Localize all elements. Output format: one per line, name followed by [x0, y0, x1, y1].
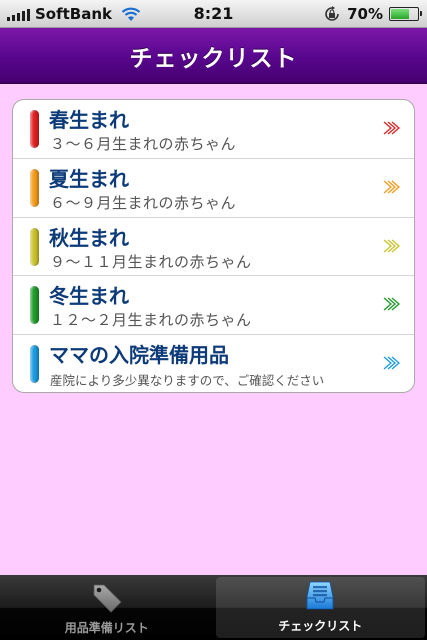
- list-item-winter[interactable]: 冬生まれ １２〜２月生まれの赤ちゃん: [13, 276, 414, 336]
- list-item-subtitle: ３〜６月生まれの赤ちゃん: [50, 135, 237, 153]
- tab-bar: 用品準備リスト チェックリスト: [0, 575, 427, 640]
- navigation-bar: チェックリスト: [0, 28, 427, 84]
- chevron-right-icon: [383, 180, 400, 194]
- signal-strength-icon: [7, 7, 30, 21]
- list-item-subtitle: ９〜１１月生まれの赤ちゃん: [50, 252, 252, 271]
- checklist-group: 春生まれ ３〜６月生まれの赤ちゃん 夏生まれ ６〜９月生まれの赤ちゃん 秋生まれ…: [12, 99, 415, 393]
- list-item-summer[interactable]: 夏生まれ ６〜９月生まれの赤ちゃん: [13, 159, 414, 218]
- list-item-title: ママの入院準備用品: [49, 343, 229, 368]
- list-item-title: 夏生まれ: [49, 166, 129, 191]
- carrier-name: SoftBank: [35, 4, 113, 23]
- list-item-subtitle: １２〜２月生まれの赤ちゃん: [50, 311, 252, 330]
- page-title: チェックリスト: [129, 45, 298, 72]
- wifi-icon: [121, 7, 141, 21]
- status-bar: SoftBank 8:21 70%: [0, 0, 427, 28]
- tag-icon: [93, 584, 122, 613]
- rotation-lock-icon: [325, 6, 339, 21]
- list-item-title: 春生まれ: [49, 108, 129, 132]
- inbox-tray-icon: [306, 581, 334, 610]
- tab-supplies-list[interactable]: 用品準備リスト: [0, 575, 214, 640]
- list-item-subtitle: 産院により多少異なりますので、ご確認ください: [50, 373, 325, 389]
- list-item-subtitle: ６〜９月生まれの赤ちゃん: [50, 193, 237, 212]
- color-marker-icon: [30, 345, 39, 384]
- chevron-right-icon: [383, 356, 400, 370]
- color-marker-icon: [30, 168, 39, 207]
- list-item-title: 冬生まれ: [49, 284, 129, 309]
- color-marker-icon: [30, 227, 39, 266]
- chevron-right-icon: [383, 121, 400, 135]
- battery-icon: [389, 7, 422, 21]
- list-item-spring[interactable]: 春生まれ ３〜６月生まれの赤ちゃん: [13, 100, 414, 159]
- battery-percent: 70%: [347, 5, 383, 23]
- tab-label: チェックリスト: [278, 619, 363, 633]
- battery-fill: [391, 9, 410, 19]
- tab-checklist[interactable]: チェックリスト: [215, 577, 425, 638]
- list-item-hospital-supplies[interactable]: ママの入院準備用品 産院により多少異なりますので、ご確認ください: [13, 335, 414, 392]
- chevron-right-icon: [383, 297, 400, 311]
- color-marker-icon: [30, 110, 39, 148]
- color-marker-icon: [30, 286, 39, 325]
- chevron-right-icon: [383, 239, 400, 253]
- tab-label: 用品準備リスト: [64, 621, 149, 635]
- list-item-title: 秋生まれ: [49, 225, 129, 250]
- list-item-autumn[interactable]: 秋生まれ ９〜１１月生まれの赤ちゃん: [13, 218, 414, 277]
